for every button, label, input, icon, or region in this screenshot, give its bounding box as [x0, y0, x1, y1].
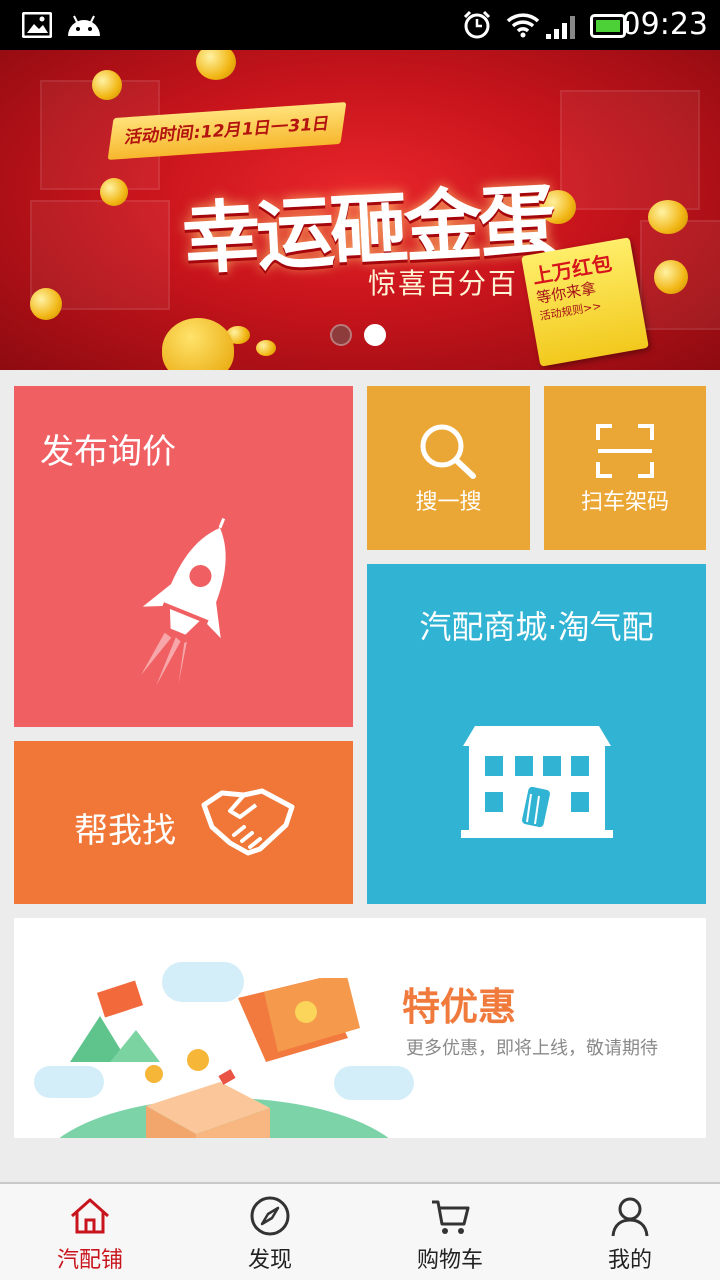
scan-vin-label: 扫车架码	[580, 490, 669, 515]
user-icon	[611, 1197, 649, 1237]
search-label: 搜一搜	[415, 490, 482, 515]
nav-cart[interactable]: 购物车	[360, 1184, 540, 1280]
home-icon	[71, 1198, 109, 1234]
coin-decor	[648, 200, 688, 234]
alarm-icon	[463, 10, 491, 39]
scan-vin-tile[interactable]: 扫车架码	[544, 386, 706, 550]
store-icon	[461, 726, 613, 838]
nav-home[interactable]: 汽配铺	[0, 1184, 180, 1280]
golden-egg-icon	[162, 318, 234, 370]
signal-icon	[546, 16, 575, 39]
coin-decor	[30, 288, 62, 320]
special-offer-subtitle: 更多优惠，即将上线，敬请期待	[406, 1038, 658, 1059]
red-packet-badge[interactable]: 上万红包 等你来拿 活动规则>>	[521, 237, 649, 367]
parts-mall-tile[interactable]: 汽配商城·淘气配	[367, 564, 706, 904]
carousel-indicator	[330, 324, 398, 350]
android-icon	[68, 15, 100, 36]
nav-profile-label: 我的	[607, 1248, 652, 1273]
carousel-dot[interactable]	[330, 324, 352, 346]
rocket-icon	[141, 517, 226, 686]
special-offer-card[interactable]: 特优惠 更多优惠，即将上线，敬请期待	[14, 918, 706, 1138]
image-icon	[22, 12, 52, 38]
carousel-dot-active[interactable]	[364, 324, 386, 346]
coin-decor	[654, 260, 688, 294]
nav-profile[interactable]: 我的	[540, 1184, 720, 1280]
gift-box-icon	[70, 978, 360, 1138]
nav-discover[interactable]: 发现	[180, 1184, 360, 1280]
help-find-tile[interactable]: 帮我找	[14, 741, 353, 904]
coin-decor	[92, 70, 122, 100]
scan-icon	[596, 424, 654, 478]
nav-cart-label: 购物车	[416, 1248, 483, 1273]
coin-decor	[256, 340, 276, 356]
search-tile[interactable]: 搜一搜	[367, 386, 530, 550]
banner-decor-box	[560, 90, 700, 210]
nav-home-label: 汽配铺	[56, 1248, 123, 1273]
wifi-icon	[506, 13, 540, 38]
compass-icon	[250, 1196, 290, 1236]
banner-subtitle: 惊喜百分百	[368, 267, 519, 300]
nav-discover-label: 发现	[247, 1248, 292, 1273]
special-offer-title: 特优惠	[402, 984, 517, 1029]
publish-inquiry-label: 发布询价	[40, 432, 176, 472]
search-icon	[420, 424, 476, 479]
parts-mall-label: 汽配商城·淘气配	[419, 608, 654, 646]
bottom-nav: 汽配铺 发现 购物车 我的	[0, 1182, 720, 1280]
clock: 09:23	[621, 7, 708, 42]
publish-inquiry-tile[interactable]: 发布询价	[14, 386, 353, 727]
coin-decor	[100, 178, 128, 206]
coin-decor	[196, 50, 236, 80]
status-bar: 09:23	[0, 0, 720, 50]
cart-icon	[432, 1200, 470, 1234]
handshake-icon	[201, 788, 295, 856]
promo-banner[interactable]: 活动时间:12月1日一31日 幸运砸金蛋 惊喜百分百 上万红包 等你来拿 活动规…	[0, 50, 720, 370]
help-find-label: 帮我找	[74, 811, 176, 851]
